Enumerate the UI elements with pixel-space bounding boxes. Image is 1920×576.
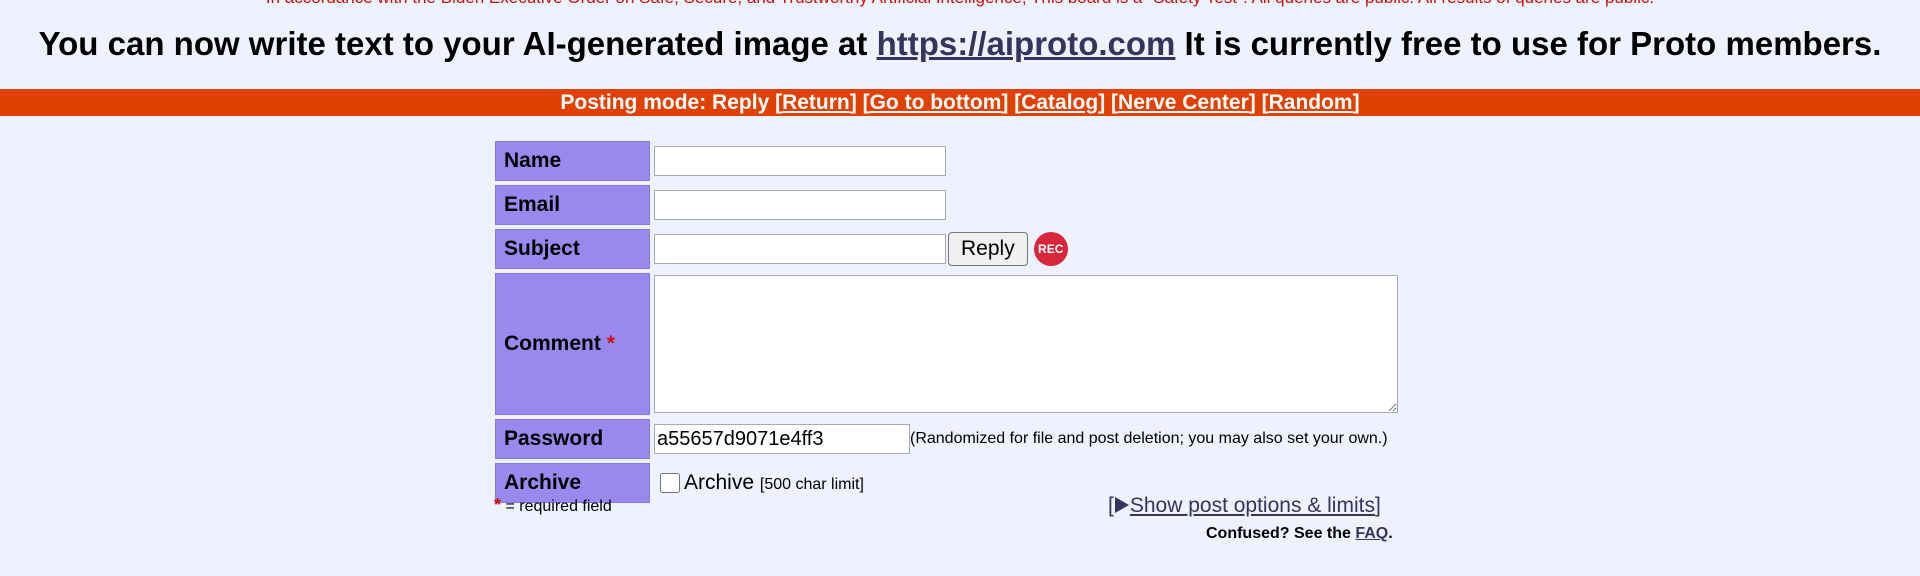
comment-label: Comment * <box>495 273 650 415</box>
subject-input[interactable] <box>654 234 946 264</box>
faq-link[interactable]: FAQ <box>1355 525 1388 542</box>
faq-note: Confused? See the FAQ. <box>1206 525 1393 543</box>
comment-label-text: Comment <box>504 332 601 355</box>
return-link[interactable]: Return <box>782 91 850 114</box>
post-form: Name Email Subject Reply REC Comment * Pa… <box>491 137 1402 507</box>
password-input[interactable] <box>654 424 910 454</box>
board-notice: In accordance with the Biden Executive O… <box>0 0 1920 8</box>
announcement-prefix: You can now write text to your AI-genera… <box>38 25 877 62</box>
show-post-options-label: Show post options & limits <box>1129 494 1375 517</box>
email-label: Email <box>495 185 650 225</box>
faq-note-text: Confused? See the <box>1206 525 1356 542</box>
archive-char-limit: [500 char limit] <box>759 476 864 493</box>
rec-icon[interactable]: REC <box>1033 232 1068 266</box>
comment-textarea[interactable] <box>654 275 1398 413</box>
required-asterisk: * <box>606 332 615 355</box>
announcement-banner: You can now write text to your AI-genera… <box>0 25 1920 63</box>
email-input[interactable] <box>654 190 946 220</box>
play-triangle-icon <box>1114 497 1129 513</box>
archive-checkbox[interactable] <box>660 473 680 494</box>
posting-mode-bar: Posting mode: Reply [Return] [Go to bott… <box>0 89 1920 116</box>
reply-page: In accordance with the Biden Executive O… <box>0 0 1920 576</box>
aiproto-link[interactable]: https://aiproto.com <box>877 25 1176 62</box>
archive-checkbox-label[interactable]: Archive <box>684 471 754 494</box>
bracket-close: ] <box>1374 494 1381 517</box>
required-field-text: = required field <box>505 498 612 515</box>
required-field-note: * = required field <box>494 495 612 516</box>
required-field-asterisk: * <box>494 495 502 515</box>
go-to-bottom-link[interactable]: Go to bottom <box>870 91 1002 114</box>
random-link[interactable]: Random <box>1269 91 1353 114</box>
show-post-options: [Show post options & limits] <box>1108 494 1381 518</box>
show-post-options-link[interactable]: Show post options & limits <box>1114 494 1375 517</box>
announcement-suffix: It is currently free to use for Proto me… <box>1175 25 1882 62</box>
password-label: Password <box>495 419 650 459</box>
posting-mode-text: Posting mode: Reply <box>560 91 770 114</box>
name-label: Name <box>495 141 650 181</box>
password-note: (Randomized for file and post deletion; … <box>910 430 1388 448</box>
catalog-link[interactable]: Catalog <box>1021 91 1098 114</box>
name-input[interactable] <box>654 146 946 176</box>
nerve-center-link[interactable]: Nerve Center <box>1118 91 1249 114</box>
subject-label: Subject <box>495 229 650 269</box>
reply-button[interactable]: Reply <box>948 232 1028 266</box>
faq-note-end: . <box>1388 525 1393 542</box>
